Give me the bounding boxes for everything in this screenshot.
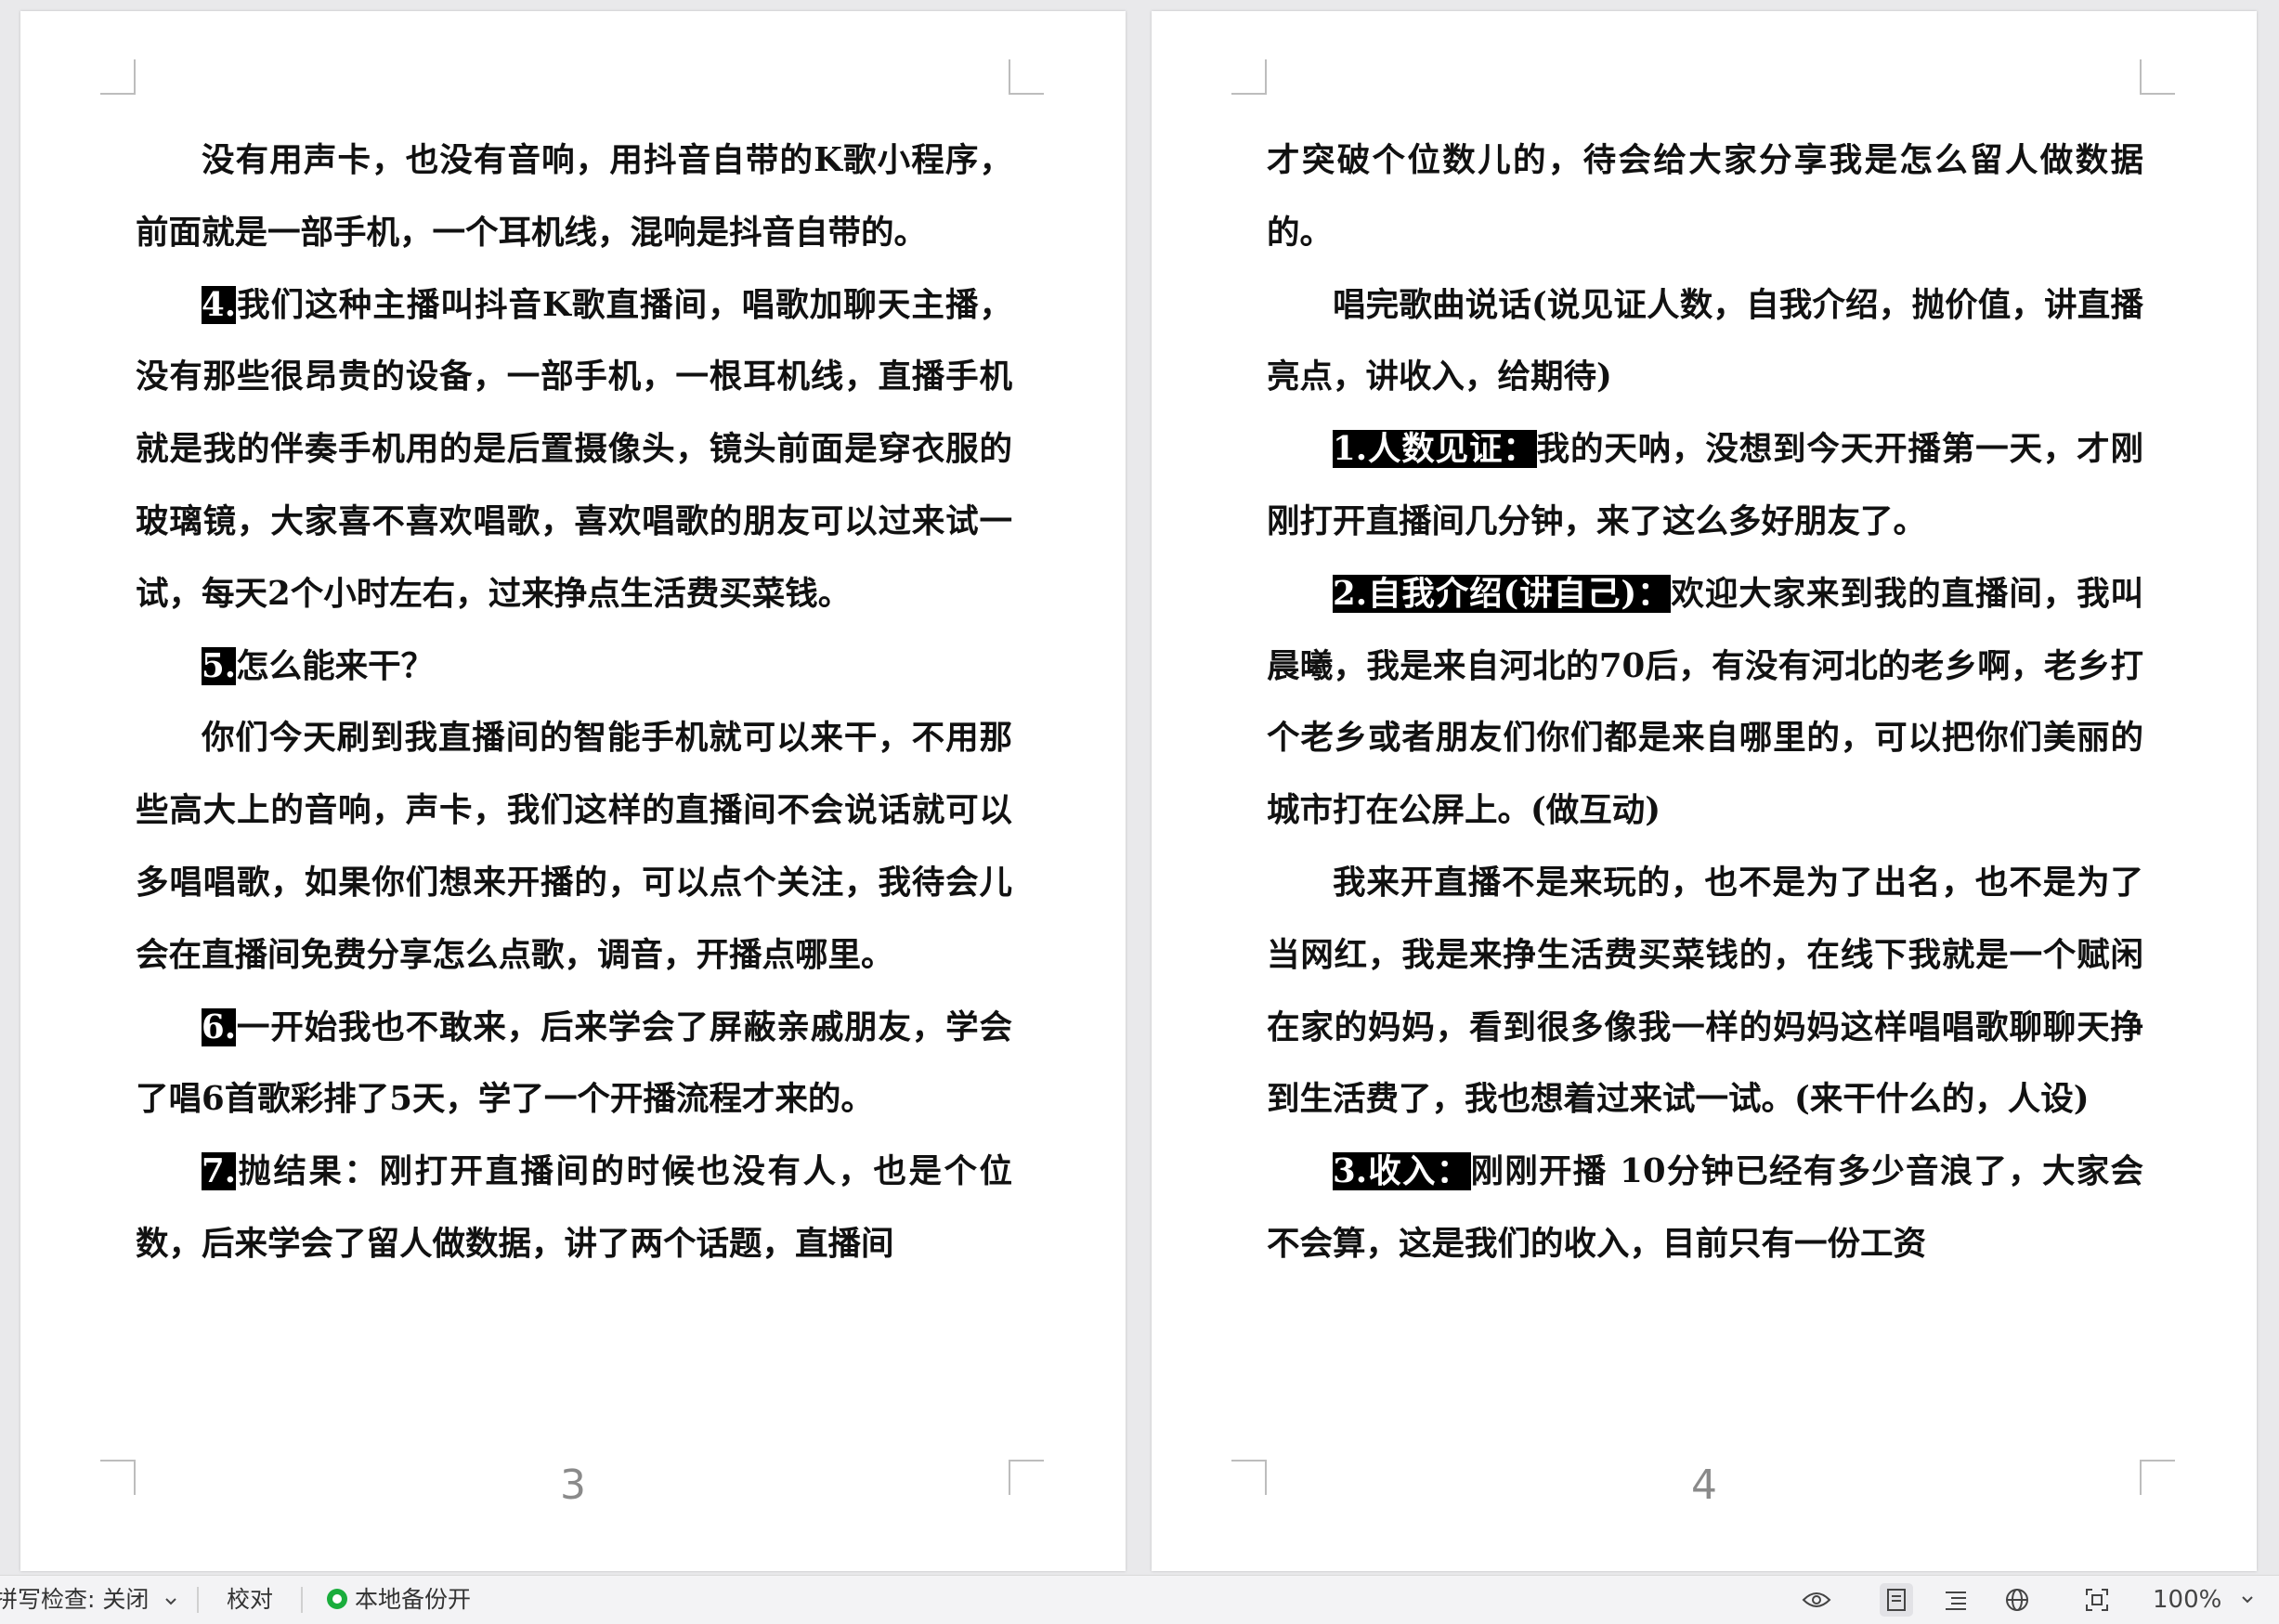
divider: [301, 1587, 303, 1613]
web-view-icon[interactable]: [2000, 1583, 2034, 1617]
highlighted-label: 5.: [202, 646, 237, 685]
paragraph-text: 唱完歌曲说话(说见证人数，自我介绍，抛价值，讲直播亮点，讲收入，给期待): [1267, 285, 2143, 396]
highlighted-label: 1.人数见证：: [1333, 430, 1537, 469]
paragraph-text: 怎么能来干？: [236, 646, 435, 685]
margin-corner-mark: [2140, 59, 2175, 95]
divider: [197, 1587, 199, 1613]
local-backup-button[interactable]: 本地备份开: [327, 1576, 471, 1624]
chevron-down-icon: [163, 1576, 178, 1624]
spellcheck-label: 拼写检查: 关闭: [0, 1586, 150, 1613]
outline-view-icon[interactable]: [1939, 1583, 1973, 1617]
highlighted-label: 2.自我介绍(讲自己)：: [1333, 574, 1672, 613]
paragraph-text: 抛结果：刚打开直播间的时候也没有人，也是个位数，后来学会了留人做数据，讲了两个话…: [136, 1152, 1012, 1263]
eye-icon[interactable]: [1800, 1583, 1833, 1617]
paragraph: 6.一开始我也不敢来，后来学会了屏蔽亲戚朋友，学会了唱6首歌彩排了5天，学了一个…: [136, 992, 1012, 1137]
paragraph-text: 我们这种主播叫抖音K歌直播间，唱歌加聊天主播，没有那些很昂贵的设备，一部手机，一…: [136, 285, 1012, 613]
highlighted-label: 7.: [202, 1152, 237, 1191]
page-text[interactable]: 没有用声卡，也没有音响，用抖音自带的K歌小程序，前面就是一部手机，一个耳机线，混…: [136, 124, 1012, 1280]
paragraph-text: 我来开直播不是来玩的，也不是为了出名，也不是为了当网红，我是来挣生活费买菜钱的，…: [1267, 863, 2143, 1119]
paragraph: 没有用声卡，也没有音响，用抖音自带的K歌小程序，前面就是一部手机，一个耳机线，混…: [136, 124, 1012, 269]
page-view-icon[interactable]: [1880, 1583, 1913, 1617]
margin-corner-mark: [1009, 59, 1044, 95]
paragraph: 3.收入：刚刚开播 10分钟已经有多少音浪了，大家会不会算，这是我们的收入，目前…: [1267, 1136, 2143, 1280]
document-page-3: 没有用声卡，也没有音响，用抖音自带的K歌小程序，前面就是一部手机，一个耳机线，混…: [20, 11, 1126, 1571]
chevron-down-icon[interactable]: [2231, 1583, 2264, 1617]
backup-label: 本地备份开: [355, 1586, 472, 1613]
paragraph-text: 你们今天刷到我直播间的智能手机就可以来干，不用那些高大上的音响，声卡，我们这样的…: [136, 719, 1012, 974]
proofread-button[interactable]: 校对: [227, 1576, 273, 1624]
paragraph: 我来开直播不是来玩的，也不是为了出名，也不是为了当网红，我是来挣生活费买菜钱的，…: [1267, 847, 2143, 1136]
spellcheck-toggle[interactable]: 拼写检查: 关闭: [0, 1576, 178, 1624]
status-bar: 拼写检查: 关闭 校对 本地备份开 100%: [0, 1575, 2279, 1624]
paragraph-text: 没有用声卡，也没有音响，用抖音自带的K歌小程序，前面就是一部手机，一个耳机线，混…: [136, 141, 1012, 252]
document-page-4: 才突破个位数儿的，待会给大家分享我是怎么留人做数据的。 唱完歌曲说话(说见证人数…: [1152, 11, 2257, 1571]
paragraph: 你们今天刷到我直播间的智能手机就可以来干，不用那些高大上的音响，声卡，我们这样的…: [136, 702, 1012, 991]
page-number: 3: [560, 1462, 586, 1509]
page-number: 4: [1691, 1462, 1717, 1509]
fit-page-icon[interactable]: [2080, 1583, 2114, 1617]
margin-corner-mark: [1231, 59, 1267, 95]
paragraph: 才突破个位数儿的，待会给大家分享我是怎么留人做数据的。: [1267, 124, 2143, 269]
paragraph: 1.人数见证：我的天呐，没想到今天开播第一天，才刚刚打开直播间几分钟，来了这么多…: [1267, 413, 2143, 558]
margin-corner-mark: [100, 59, 136, 95]
paragraph-text: 一开始我也不敢来，后来学会了屏蔽亲戚朋友，学会了唱6首歌彩排了5天，学了一个开播…: [136, 1007, 1012, 1119]
zoom-level[interactable]: 100%: [2153, 1576, 2221, 1624]
backup-status-icon: [327, 1589, 347, 1609]
paragraph: 唱完歌曲说话(说见证人数，自我介绍，抛价值，讲直播亮点，讲收入，给期待): [1267, 269, 2143, 414]
paragraph: 2.自我介绍(讲自己)：欢迎大家来到我的直播间，我叫晨曦，我是来自河北的70后，…: [1267, 558, 2143, 847]
paragraph-text: 才突破个位数儿的，待会给大家分享我是怎么留人做数据的。: [1267, 141, 2143, 252]
paragraph: 5.怎么能来干？: [136, 630, 1012, 703]
paragraph: 4.我们这种主播叫抖音K歌直播间，唱歌加聊天主播，没有那些很昂贵的设备，一部手机…: [136, 269, 1012, 630]
highlighted-label: 3.收入：: [1333, 1152, 1471, 1191]
page-text[interactable]: 才突破个位数儿的，待会给大家分享我是怎么留人做数据的。 唱完歌曲说话(说见证人数…: [1267, 124, 2143, 1280]
highlighted-label: 4.: [202, 285, 237, 324]
paragraph: 7.抛结果：刚打开直播间的时候也没有人，也是个位数，后来学会了留人做数据，讲了两…: [136, 1136, 1012, 1280]
highlighted-label: 6.: [202, 1007, 237, 1046]
